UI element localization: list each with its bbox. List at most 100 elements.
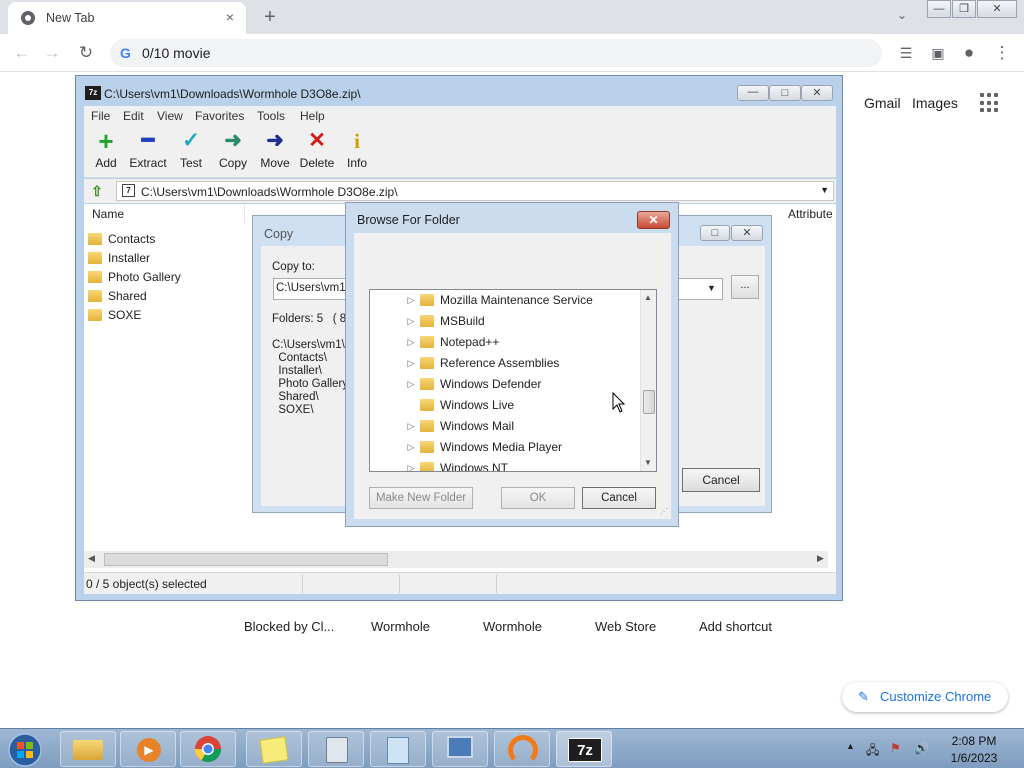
tree-item[interactable]: Windows Live	[370, 395, 640, 416]
expand-icon[interactable]: ▷	[406, 421, 416, 432]
menu-view[interactable]: View	[157, 109, 183, 123]
action-center-icon[interactable]: ⚑	[890, 741, 901, 755]
gmail-link[interactable]: Gmail	[864, 95, 901, 111]
clock-time[interactable]: 2:08 PM	[944, 734, 1004, 748]
profile-icon[interactable]: ●	[959, 43, 979, 63]
move-button[interactable]: ➜ Move	[253, 128, 297, 174]
tree-item[interactable]: ▷ Mozilla Maintenance Service	[370, 290, 640, 311]
sevenzip-maximize-button[interactable]: □	[769, 85, 801, 101]
scrollbar-thumb[interactable]	[643, 390, 655, 414]
omnibox[interactable]: G 0/10 movie	[110, 39, 882, 67]
column-header-attributes[interactable]: Attribute	[788, 207, 833, 221]
sevenzip-close-button[interactable]: ✕	[801, 85, 833, 101]
scroll-down-icon[interactable]: ▼	[644, 458, 652, 467]
taskbar-7zip[interactable]: 7z	[556, 731, 612, 767]
expand-icon[interactable]: ▷	[406, 463, 416, 471]
side-panel-icon[interactable]: ▣	[928, 43, 948, 63]
copy-cancel-button[interactable]: Cancel	[682, 468, 760, 492]
resize-grip-icon[interactable]: ⋰	[660, 507, 668, 516]
tab-search-icon[interactable]: ⌄	[897, 8, 907, 22]
expand-icon[interactable]: ▷	[406, 337, 416, 348]
column-separator[interactable]	[244, 204, 245, 224]
taskbar-chrome[interactable]	[180, 731, 236, 767]
menu-favorites[interactable]: Favorites	[195, 109, 244, 123]
reload-icon[interactable]: ↻	[76, 43, 96, 63]
images-link[interactable]: Images	[912, 95, 958, 111]
shortcut-tile[interactable]: Wormhole	[371, 619, 430, 634]
tree-item[interactable]: ▷ Windows Mail	[370, 416, 640, 437]
chevron-down-icon[interactable]: ▼	[820, 185, 829, 195]
ok-button[interactable]: OK	[501, 487, 575, 509]
tree-vertical-scrollbar[interactable]: ▲ ▼	[640, 290, 656, 471]
column-header-name[interactable]: Name	[92, 207, 124, 221]
browse-button[interactable]: ...	[731, 275, 759, 299]
sevenzip-minimize-button[interactable]: —	[737, 85, 769, 101]
list-item[interactable]: Installer	[88, 248, 150, 267]
info-button[interactable]: i Info	[335, 128, 379, 174]
test-button[interactable]: ✓ Test	[169, 128, 213, 174]
list-item[interactable]: Contacts	[88, 229, 155, 248]
folder-tree[interactable]: ▷ Mozilla Maintenance Service ▷ MSBuild …	[369, 289, 657, 472]
customize-chrome-button[interactable]: ✎ Customize Chrome	[842, 682, 1008, 712]
tree-item[interactable]: ▷ Windows Defender	[370, 374, 640, 395]
menu-tools[interactable]: Tools	[257, 109, 285, 123]
menu-icon[interactable]: ⋮	[992, 43, 1012, 63]
menu-file[interactable]: File	[91, 109, 110, 123]
tree-item[interactable]: ▷ Windows NT	[370, 458, 640, 471]
list-item[interactable]: Photo Gallery	[88, 267, 181, 286]
make-new-folder-button[interactable]: Make New Folder	[369, 487, 473, 509]
shortcut-tile[interactable]: Wormhole	[483, 619, 542, 634]
cancel-button[interactable]: Cancel	[582, 487, 656, 509]
horizontal-scrollbar[interactable]: ◀ ▶	[84, 551, 828, 568]
expand-icon[interactable]: ▷	[406, 379, 416, 390]
taskbar-orange-app[interactable]	[494, 731, 550, 767]
copy-dialog-close-button[interactable]: ✕	[731, 225, 763, 241]
tree-item[interactable]: ▷ MSBuild	[370, 311, 640, 332]
browse-dialog-close-button[interactable]: ✕	[637, 211, 670, 229]
omnibox-text[interactable]: 0/10 movie	[142, 45, 210, 61]
chevron-down-icon[interactable]: ▼	[707, 283, 716, 293]
reading-list-icon[interactable]: ☰	[896, 43, 916, 63]
clock-date[interactable]: 1/6/2023	[944, 751, 1004, 765]
taskbar-explorer[interactable]	[60, 731, 116, 767]
tree-item[interactable]: ▷ Reference Assemblies	[370, 353, 640, 374]
shortcut-tile[interactable]: Blocked by Cl...	[244, 619, 334, 634]
volume-icon[interactable]: 🔊	[914, 741, 929, 755]
scroll-left-icon[interactable]: ◀	[88, 553, 95, 564]
expand-icon[interactable]: ▷	[406, 358, 416, 369]
tab-close-icon[interactable]: ×	[222, 9, 238, 25]
back-icon[interactable]: ←	[12, 43, 32, 63]
scrollbar-thumb[interactable]	[104, 553, 388, 566]
tab-new-tab[interactable]: New Tab ×	[8, 2, 246, 34]
shortcut-tile[interactable]: Web Store	[595, 619, 656, 634]
start-button-icon[interactable]	[4, 731, 46, 769]
up-folder-icon[interactable]: ⇧	[88, 182, 106, 200]
menu-edit[interactable]: Edit	[123, 109, 144, 123]
add-shortcut-tile[interactable]: Add shortcut	[699, 619, 772, 634]
close-window-button[interactable]: ✕	[977, 0, 1017, 18]
extract-button[interactable]: ━ Extract	[124, 128, 172, 174]
taskbar-media-player[interactable]: ▶	[120, 731, 176, 767]
new-tab-button[interactable]: +	[258, 6, 282, 28]
tree-item[interactable]: ▷ Notepad++	[370, 332, 640, 353]
copy-dialog-maximize-button[interactable]: □	[700, 225, 730, 241]
list-item[interactable]: SOXE	[88, 305, 141, 324]
network-tray-icon[interactable]: 🖧	[866, 741, 879, 762]
apps-grid-icon[interactable]	[980, 93, 1000, 113]
scroll-right-icon[interactable]: ▶	[817, 553, 824, 564]
taskbar-network[interactable]	[432, 731, 488, 767]
maximize-button[interactable]: ❐	[952, 0, 976, 18]
tree-item[interactable]: ▷ Windows Media Player	[370, 437, 640, 458]
expand-icon[interactable]: ▷	[406, 442, 416, 453]
scroll-up-icon[interactable]: ▲	[644, 293, 652, 302]
minimize-button[interactable]: —	[927, 0, 951, 18]
tray-expand-icon[interactable]: ▲	[846, 741, 855, 751]
sevenzip-path-combo[interactable]: 7 C:\Users\vm1\Downloads\Wormhole D3O8e.…	[116, 181, 834, 201]
taskbar-calculator[interactable]	[308, 731, 364, 767]
delete-button[interactable]: ✕ Delete	[295, 128, 339, 174]
list-item[interactable]: Shared	[88, 286, 147, 305]
copy-button[interactable]: ➜ Copy	[211, 128, 255, 174]
forward-icon[interactable]: →	[42, 43, 62, 63]
taskbar-sticky-notes[interactable]	[246, 731, 302, 767]
expand-icon[interactable]: ▷	[406, 316, 416, 327]
